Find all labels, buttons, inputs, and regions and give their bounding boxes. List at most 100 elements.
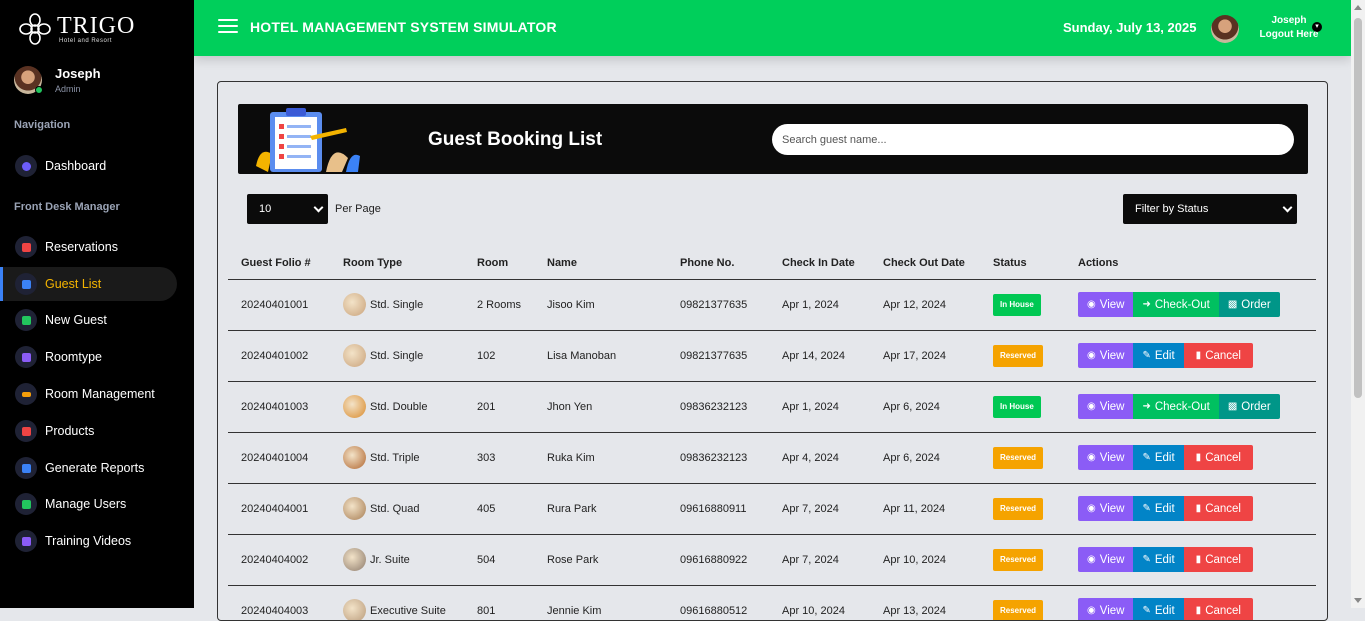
column-header[interactable]: Room [464, 248, 534, 279]
check-out-cell: Apr 12, 2024 [870, 279, 980, 330]
sidebar-item-reservations[interactable]: Reservations [0, 230, 177, 264]
sidebar-item-label: Training Videos [45, 534, 131, 548]
edit-button[interactable]: ✎Edit [1133, 598, 1183, 621]
check-in-cell: Apr 14, 2024 [769, 330, 870, 381]
sidebar-item-room-management[interactable]: Room Management [0, 377, 177, 411]
actions-cell: ◉View✎Edit▮Cancel [1065, 330, 1316, 381]
cancel-button[interactable]: ▮Cancel [1184, 496, 1253, 521]
guest-name-cell: Rura Park [534, 483, 667, 534]
sidebar-item-dashboard[interactable]: Dashboard [0, 149, 177, 183]
view-button[interactable]: ◉View [1078, 547, 1133, 572]
view-button[interactable]: ◉View [1078, 394, 1133, 419]
chevron-down-icon [1283, 202, 1293, 212]
view-button[interactable]: ◉View [1078, 343, 1133, 368]
folio-cell: 20240401001 [228, 279, 330, 330]
column-header[interactable]: Phone No. [667, 248, 769, 279]
calendar-icon [15, 236, 37, 258]
row-actions: ◉View➜Check-Out▩Order [1078, 394, 1316, 419]
brand-logo[interactable]: TRIGO Hotel and Resort [17, 12, 135, 46]
edit-button[interactable]: ✎Edit [1133, 445, 1183, 470]
trash-icon: ▮ [1196, 554, 1202, 565]
page-scrollbar[interactable] [1351, 0, 1365, 608]
scroll-thumb[interactable] [1354, 18, 1362, 398]
sidebar-item-products[interactable]: Products [0, 414, 177, 448]
scroll-up-icon[interactable] [1354, 5, 1362, 10]
check-out-button[interactable]: ➜Check-Out [1133, 394, 1218, 419]
status-badge: In House [993, 294, 1041, 316]
trash-icon: ▮ [1196, 605, 1202, 616]
room-type-cell: Std. Quad [330, 483, 464, 534]
cancel-button[interactable]: ▮Cancel [1184, 598, 1253, 621]
search-input[interactable] [772, 124, 1294, 155]
cancel-button[interactable]: ▮Cancel [1184, 343, 1253, 368]
sidebar-item-label: New Guest [45, 313, 107, 327]
room-type-cell: Executive Suite [330, 585, 464, 621]
scroll-down-icon[interactable] [1354, 598, 1362, 603]
column-header[interactable]: Check Out Date [870, 248, 980, 279]
room-type-label: Std. Triple [370, 452, 420, 464]
table-row: 20240404002Jr. Suite504Rose Park09616880… [228, 534, 1316, 585]
eye-icon: ◉ [1087, 401, 1096, 412]
view-button[interactable]: ◉View [1078, 445, 1133, 470]
room-thumbnail [343, 395, 366, 418]
row-actions: ◉View✎Edit▮Cancel [1078, 547, 1316, 572]
sidebar-item-label: Reservations [45, 240, 118, 254]
column-header[interactable]: Guest Folio # [228, 248, 330, 279]
room-cell: 201 [464, 381, 534, 432]
row-actions: ◉View✎Edit▮Cancel [1078, 343, 1316, 368]
view-button[interactable]: ◉View [1078, 292, 1133, 317]
check-in-cell: Apr 1, 2024 [769, 279, 870, 330]
column-header[interactable]: Name [534, 248, 667, 279]
avatar[interactable] [1211, 15, 1239, 43]
view-button[interactable]: ◉View [1078, 496, 1133, 521]
sidebar-item-manage-users[interactable]: Manage Users [0, 487, 177, 521]
view-button[interactable]: ◉View [1078, 598, 1133, 621]
user-name: Joseph [55, 66, 101, 81]
edit-button[interactable]: ✎Edit [1133, 547, 1183, 572]
sidebar-item-training-videos[interactable]: Training Videos [0, 524, 177, 558]
actions-cell: ◉View✎Edit▮Cancel [1065, 432, 1316, 483]
status-filter-select[interactable]: Filter by Status [1123, 194, 1297, 224]
order-button[interactable]: ▩Order [1219, 292, 1280, 317]
user-dropdown-icon[interactable]: ▾ [1312, 22, 1322, 32]
cancel-button[interactable]: ▮Cancel [1184, 547, 1253, 572]
actions-cell: ◉View➜Check-Out▩Order [1065, 381, 1316, 432]
sidebar-item-new-guest[interactable]: New Guest [0, 303, 177, 337]
status-badge: Reserved [993, 345, 1043, 367]
check-out-cell: Apr 6, 2024 [870, 381, 980, 432]
sidebar-item-roomtype[interactable]: Roomtype [0, 340, 177, 374]
sidebar-item-generate-reports[interactable]: Generate Reports [0, 451, 177, 485]
view-button-label: View [1100, 554, 1125, 566]
guest-name-cell: Jhon Yen [534, 381, 667, 432]
guest-name-cell: Jisoo Kim [534, 279, 667, 330]
book-icon [15, 273, 37, 295]
print-icon [15, 457, 37, 479]
room-type-label: Std. Single [370, 350, 423, 362]
folio-cell: 20240404001 [228, 483, 330, 534]
room-cell: 504 [464, 534, 534, 585]
eye-icon: ◉ [1087, 503, 1096, 514]
check-out-button-label: Check-Out [1155, 401, 1210, 413]
trash-icon: ▮ [1196, 452, 1202, 463]
column-header[interactable]: Check In Date [769, 248, 870, 279]
phone-cell: 09616880512 [667, 585, 769, 621]
order-button[interactable]: ▩Order [1219, 394, 1280, 419]
status-badge: Reserved [993, 447, 1043, 469]
edit-button[interactable]: ✎Edit [1133, 343, 1183, 368]
cancel-button-label: Cancel [1205, 554, 1241, 566]
column-header[interactable]: Status [980, 248, 1065, 279]
status-cell: Reserved [980, 534, 1065, 585]
column-header[interactable]: Room Type [330, 248, 464, 279]
per-page-select[interactable]: 10 [247, 194, 328, 224]
per-page-control: 10 Per Page [247, 194, 381, 224]
table-row: 20240401001Std. Single2 RoomsJisoo Kim09… [228, 279, 1316, 330]
check-out-button[interactable]: ➜Check-Out [1133, 292, 1218, 317]
status-cell: Reserved [980, 585, 1065, 621]
sidebar-item-guest-list[interactable]: Guest List [0, 267, 177, 301]
online-status-dot [35, 86, 43, 94]
edit-button[interactable]: ✎Edit [1133, 496, 1183, 521]
room-type-cell: Std. Double [330, 381, 464, 432]
cancel-button[interactable]: ▮Cancel [1184, 445, 1253, 470]
order-icon: ▩ [1228, 299, 1237, 310]
menu-toggle-icon[interactable] [218, 19, 238, 35]
